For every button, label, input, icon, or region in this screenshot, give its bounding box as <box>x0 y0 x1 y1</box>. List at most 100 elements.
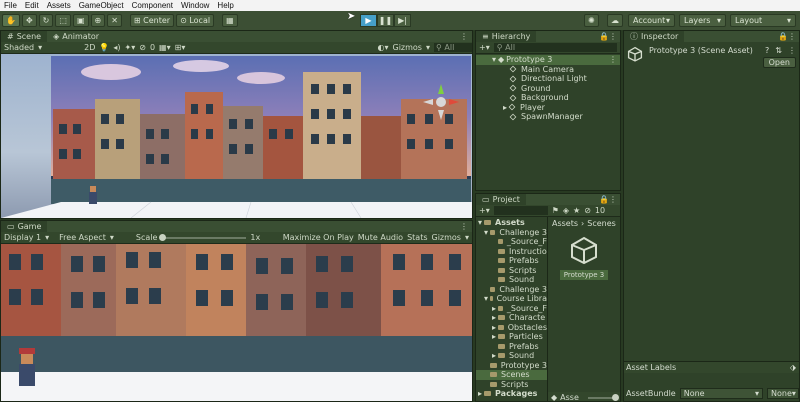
folder-row[interactable]: ▸ Characte <box>476 313 547 323</box>
star-icon[interactable]: ★ <box>573 206 580 215</box>
label-icon[interactable]: ◈ <box>563 206 569 215</box>
hierarchy-item[interactable]: SpawnManager <box>476 112 620 122</box>
gizmos-dropdown[interactable]: Gizmos <box>393 43 422 52</box>
folder-row[interactable]: _Source_F <box>476 237 547 247</box>
folder-row[interactable]: ▾ Assets <box>476 218 547 228</box>
toggle-2d-button[interactable]: 2D <box>84 43 95 52</box>
hierarchy-item[interactable]: Background <box>476 93 620 103</box>
hierarchy-scene-row[interactable]: ▾ ◆ Prototype 3 ⋮ <box>476 55 620 65</box>
project-search-input[interactable] <box>493 206 548 215</box>
aspect-dropdown[interactable]: Free Aspect <box>59 233 106 242</box>
display-dropdown[interactable]: Display 1 <box>4 233 41 242</box>
mute-audio-toggle[interactable]: Mute Audio <box>358 233 403 242</box>
folder-row[interactable]: ▸ Packages <box>476 389 547 399</box>
pivot-local-button[interactable]: ⊙ Local <box>176 14 215 27</box>
scene-viewport[interactable] <box>1 54 472 218</box>
add-icon[interactable]: +▾ <box>479 206 490 215</box>
grid-snap-icon[interactable]: ▦ <box>222 14 238 27</box>
breadcrumb-item[interactable]: Scenes <box>587 219 616 228</box>
grid-icon[interactable]: ▦▾ <box>159 43 171 52</box>
menu-assets[interactable]: Assets <box>47 1 71 10</box>
effects-icon[interactable]: ✦▾ <box>125 43 136 52</box>
menu-gameobject[interactable]: GameObject <box>79 1 124 10</box>
folder-row[interactable]: Scripts <box>476 266 547 276</box>
tab-project[interactable]: ▭ Project <box>476 194 526 205</box>
folder-row[interactable]: Instructio <box>476 247 547 257</box>
pause-icon[interactable]: ❚❚ <box>377 14 394 27</box>
slider-thumb[interactable] <box>611 393 619 401</box>
folder-row[interactable]: Prefabs <box>476 342 547 352</box>
hierarchy-item[interactable]: Ground <box>476 84 620 94</box>
move-tool-icon[interactable]: ✥ <box>21 14 37 27</box>
add-icon[interactable]: +▾ <box>479 43 490 52</box>
play-icon[interactable]: ▶ <box>360 14 377 27</box>
folder-row[interactable]: ▸ _Source_F <box>476 304 547 314</box>
rotate-tool-icon[interactable]: ↻ <box>38 14 54 27</box>
hidden-packages-icon[interactable]: ⊘ <box>584 206 591 215</box>
asset-tile[interactable]: Prototype 3 <box>560 235 608 280</box>
open-button[interactable]: Open <box>762 57 796 68</box>
folder-row[interactable]: ▾ Challenge 3 <box>476 228 547 238</box>
lock-icon[interactable]: 🔒⋮ <box>599 32 620 41</box>
layout-dropdown[interactable]: Layout ▾ <box>730 14 796 27</box>
menu-window[interactable]: Window <box>181 1 209 10</box>
maximize-on-play-toggle[interactable]: Maximize On Play <box>283 233 354 242</box>
layers-dropdown[interactable]: Layers ▾ <box>679 14 726 27</box>
menu-edit[interactable]: Edit <box>25 1 39 10</box>
folder-row[interactable]: ▸ Obstacles <box>476 323 547 333</box>
folder-row[interactable]: ▸ Particles <box>476 332 547 342</box>
stats-toggle[interactable]: Stats <box>407 233 427 242</box>
hidden-objects-icon[interactable]: ⊘ <box>139 43 146 52</box>
menu-help[interactable]: Help <box>217 1 233 10</box>
settings-icon[interactable]: ⇅ <box>775 46 782 55</box>
transform-tool-icon[interactable]: ⊕ <box>90 14 106 27</box>
lock-icon[interactable]: 🔒⋮ <box>599 195 620 204</box>
slider-thumb[interactable] <box>159 233 167 241</box>
lock-icon[interactable]: 🔒⋮ <box>778 32 799 41</box>
tab-hierarchy[interactable]: ≡ Hierarchy <box>476 31 537 42</box>
breadcrumb-item[interactable]: Assets <box>552 219 578 228</box>
folder-row[interactable]: Challenge 3 <box>476 285 547 295</box>
account-dropdown[interactable]: Account ▾ <box>628 14 675 27</box>
light-bulb-icon[interactable]: 💡 <box>99 43 109 52</box>
folder-row-selected[interactable]: Scenes <box>476 370 547 380</box>
cloud-icon[interactable]: ☁ <box>607 14 623 27</box>
game-viewport[interactable] <box>1 244 472 401</box>
asset-bundle-dropdown[interactable]: None ▾ <box>679 388 763 399</box>
more-options-icon[interactable]: ⋮ <box>609 55 620 65</box>
tag-icon[interactable]: ⬗ <box>790 363 799 372</box>
tab-inspector[interactable]: ⓘ Inspector <box>624 31 685 42</box>
hierarchy-item[interactable]: ▸ Player <box>476 103 620 113</box>
tab-animator[interactable]: ◈ Animator <box>47 31 105 42</box>
hierarchy-item[interactable]: Main Camera <box>476 65 620 75</box>
services-icon[interactable]: ✺ <box>584 14 599 27</box>
folder-row[interactable]: Prefabs <box>476 256 547 266</box>
scale-slider[interactable] <box>159 233 247 241</box>
tools-icon[interactable]: ⊞▾ <box>175 43 186 52</box>
folder-row[interactable]: Prototype 3 <box>476 361 547 371</box>
shading-mode-dropdown[interactable]: Shaded <box>4 43 34 52</box>
gizmos-dropdown[interactable]: Gizmos <box>432 233 461 242</box>
help-icon[interactable]: ? <box>765 46 769 55</box>
folder-row[interactable]: ▾ Course Libra <box>476 294 547 304</box>
asset-variant-dropdown[interactable]: None ▾ <box>767 388 799 399</box>
scene-search-input[interactable]: ⚲ All <box>434 43 472 52</box>
camera-icon[interactable]: ◐▾ <box>378 43 389 52</box>
more-options-icon[interactable]: ⋮ <box>788 46 796 55</box>
folder-row[interactable]: Sound <box>476 275 547 285</box>
hierarchy-search-input[interactable]: ⚲ All <box>493 43 617 52</box>
step-icon[interactable]: ▶| <box>394 14 411 27</box>
menu-file[interactable]: File <box>4 1 17 10</box>
tab-scene[interactable]: # Scene <box>1 31 48 42</box>
scale-tool-icon[interactable]: ⬚ <box>55 14 71 27</box>
folder-row[interactable]: ▸ Sound <box>476 351 547 361</box>
more-options-icon[interactable]: ⋮ <box>460 32 472 41</box>
hierarchy-item[interactable]: Directional Light <box>476 74 620 84</box>
tab-game[interactable]: ▭ Game <box>1 221 48 232</box>
rect-tool-icon[interactable]: ▣ <box>72 14 89 27</box>
icon-size-slider[interactable] <box>587 393 619 401</box>
audio-icon[interactable]: ◂) <box>113 43 120 52</box>
pivot-center-button[interactable]: ⊞ Center <box>129 14 175 27</box>
custom-tool-icon[interactable]: ✕ <box>107 14 122 27</box>
folder-row[interactable]: Scripts <box>476 380 547 390</box>
